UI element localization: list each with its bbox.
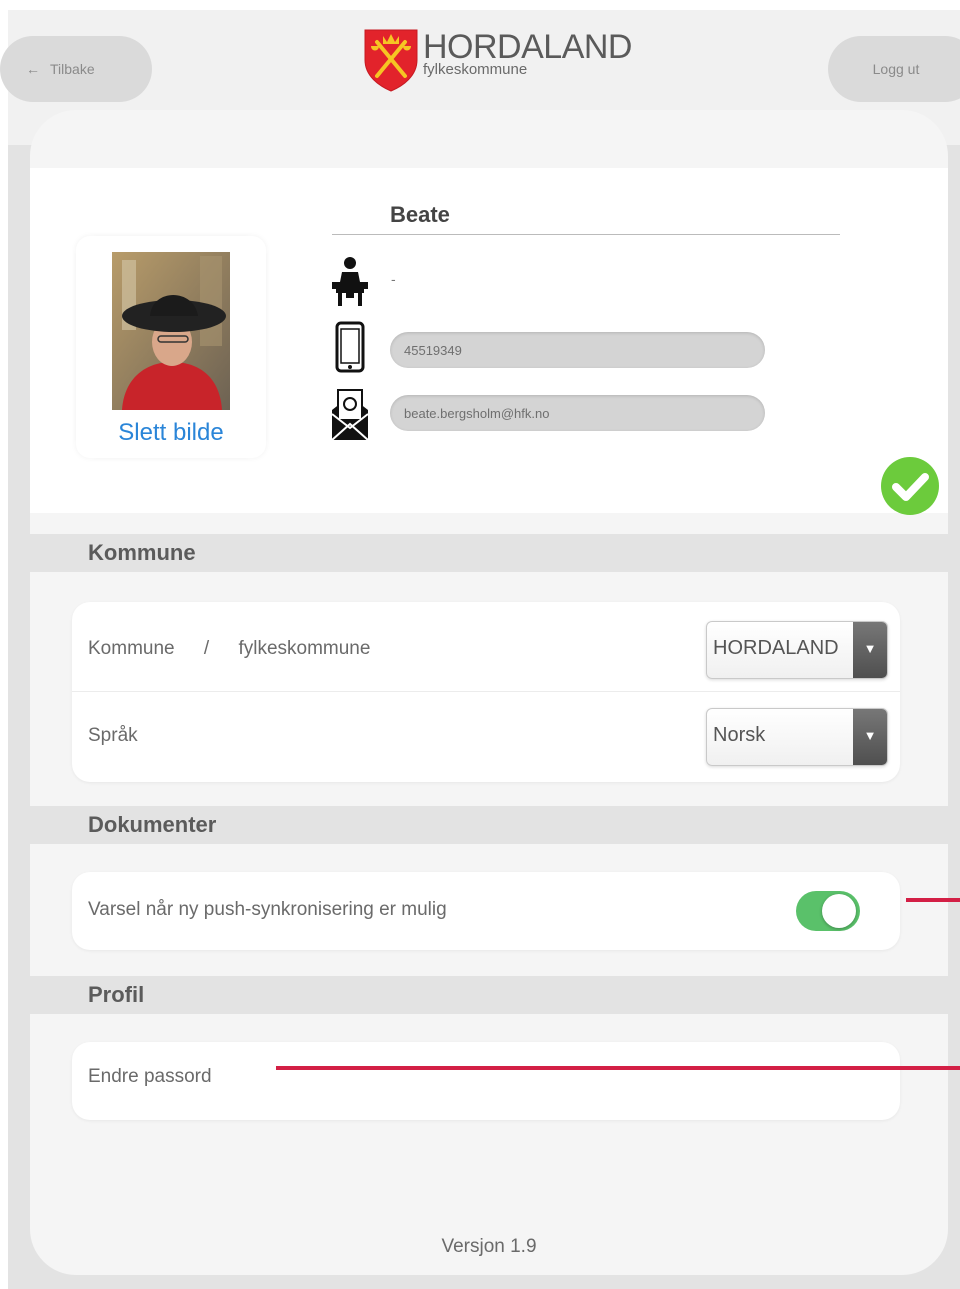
sprak-row-label: Språk (88, 725, 138, 746)
row-divider (72, 691, 900, 692)
section-header-kommune: Kommune (30, 534, 948, 572)
role-value: - (391, 271, 396, 287)
push-notification-card: Varsel når ny push-synkronisering er mul… (72, 872, 900, 950)
annotation-line (276, 1066, 960, 1070)
person-at-desk-icon (332, 257, 368, 306)
coat-of-arms-icon (364, 29, 418, 92)
settings-panel: Slett bilde Beate - 45519349 beate.bergs… (30, 110, 948, 1275)
kommune-label-part1: Kommune (88, 638, 175, 659)
profile-card: Slett bilde Beate - 45519349 beate.bergs… (30, 168, 948, 516)
toggle-knob (822, 894, 856, 928)
language-select-value: Norsk (713, 724, 766, 746)
kommune-label-part2: fylkeskommune (238, 638, 371, 659)
version-label: Versjon 1.9 (441, 1236, 537, 1257)
envelope-email-icon (331, 389, 369, 441)
logo: HORDALAND fylkeskommune (363, 26, 632, 96)
app-frame: ← Tilbake HORDALAND fylkeskommune Logg u… (0, 10, 960, 1289)
logout-label: Logg ut (872, 61, 920, 77)
logo-title: HORDALAND (423, 28, 632, 66)
save-checkmark-icon[interactable] (880, 456, 940, 516)
language-select[interactable]: Norsk ▼ (706, 708, 888, 766)
section-header-profil: Profil (30, 976, 948, 1014)
dropdown-arrow-icon[interactable]: ▼ (853, 709, 887, 765)
back-button[interactable]: ← Tilbake (0, 36, 152, 102)
profile-photo-box: Slett bilde (76, 236, 266, 458)
dropdown-arrow-icon[interactable]: ▼ (853, 622, 887, 678)
profile-photo[interactable] (112, 252, 230, 410)
profile-name: Beate (390, 202, 450, 227)
kommune-select[interactable]: HORDALAND ▼ (706, 621, 888, 679)
delete-photo-link[interactable]: Slett bilde (76, 419, 266, 447)
push-notification-label: Varsel når ny push-synkronisering er mul… (88, 899, 447, 920)
section-header-dokumenter: Dokumenter (30, 806, 948, 844)
kommune-row-label: Kommune / fylkeskommune (88, 638, 370, 660)
annotation-line (906, 898, 960, 902)
kommune-settings-card: Kommune / fylkeskommune HORDALAND ▼ Språ… (72, 602, 900, 782)
change-password-row[interactable]: Endre passord (72, 1042, 900, 1120)
name-underline (332, 234, 840, 235)
email-field[interactable]: beate.bergsholm@hfk.no (390, 395, 765, 431)
logout-button[interactable]: Logg ut (828, 36, 960, 102)
push-notification-toggle[interactable] (796, 891, 860, 931)
kommune-select-value: HORDALAND (713, 637, 839, 659)
back-arrow-icon: ← (26, 61, 40, 77)
phone-field[interactable]: 45519349 (390, 332, 765, 368)
mobile-phone-icon (335, 321, 365, 373)
back-label: Tilbake (50, 61, 95, 77)
change-password-label: Endre passord (88, 1066, 212, 1087)
kommune-label-separator: / (203, 638, 210, 659)
